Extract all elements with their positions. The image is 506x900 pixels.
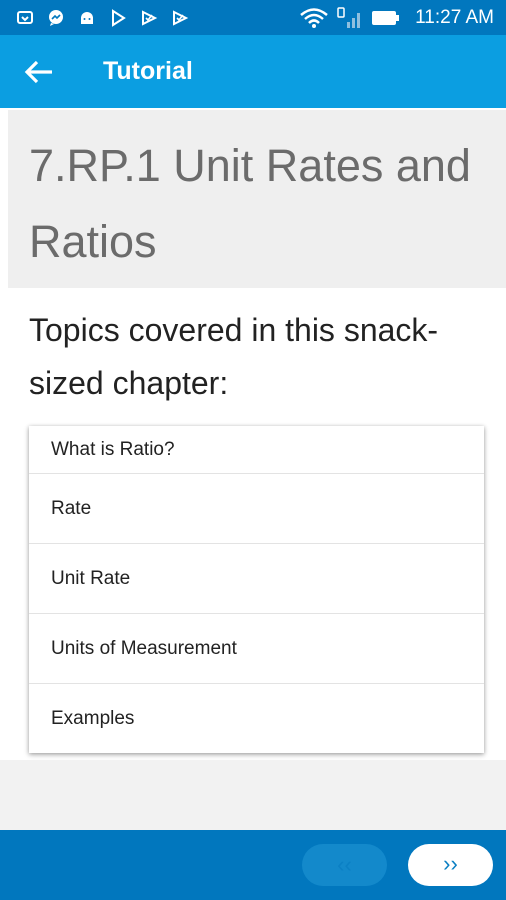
signal-icon [337,7,361,28]
android-icon [81,12,93,24]
next-button[interactable]: ›› [408,844,493,886]
bottom-nav-bar: ‹‹ ›› [0,830,506,900]
tutorial-content: 7.RP.1 Unit Rates and Ratios Topics cove… [0,108,506,760]
topics-intro: Topics covered in this snack-sized chapt… [29,312,439,401]
wifi-icon [300,8,328,28]
status-time: 11:27 AM [415,7,494,28]
status-right-icons: 11:27 AM [299,6,494,30]
notification-icon [17,11,33,24]
list-item[interactable]: Unit Rate [29,544,484,614]
list-item[interactable]: Units of Measurement [29,614,484,684]
messenger-icon [49,10,63,26]
topic-list: What is Ratio? Rate Unit Rate Units of M… [29,426,484,753]
lower-spacer [0,760,506,830]
previous-button[interactable]: ‹‹ [302,844,387,886]
back-arrow-icon[interactable] [22,57,56,87]
check-icon-2 [173,10,189,26]
play-store-icon [112,9,126,27]
status-left-icons [16,8,189,28]
list-item[interactable]: What is Ratio? [29,426,484,474]
battery-icon [372,11,400,25]
list-item[interactable]: Rate [29,474,484,544]
title-band: 7.RP.1 Unit Rates and Ratios [8,110,506,288]
check-icon-1 [142,10,158,26]
status-bar: 11:27 AM [0,0,506,35]
app-bar-title: Tutorial [103,57,193,85]
app-bar: Tutorial [0,35,506,108]
list-item[interactable]: Examples [29,684,484,754]
page-title: 7.RP.1 Unit Rates and Ratios [29,140,471,267]
